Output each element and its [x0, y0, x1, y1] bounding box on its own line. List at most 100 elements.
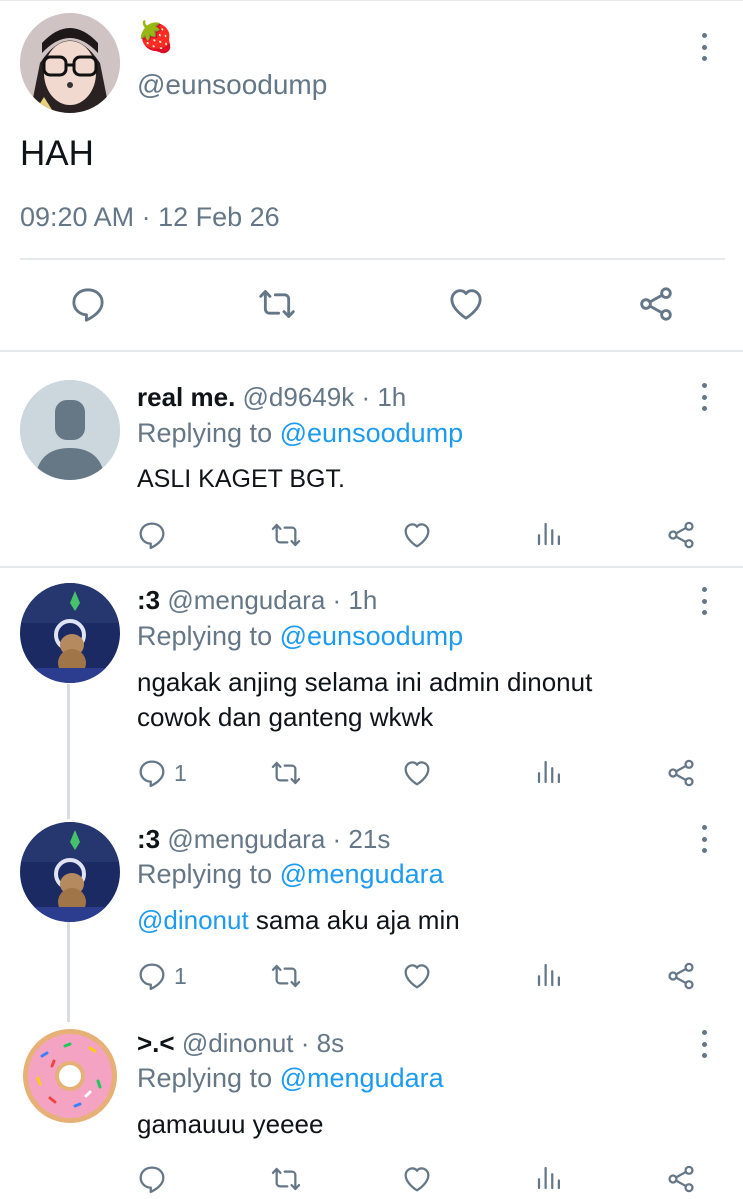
donut-avatar-image: [20, 1026, 120, 1126]
stats-button[interactable]: [534, 1163, 564, 1193]
share-icon: [665, 960, 697, 992]
tweet-more-button[interactable]: [699, 33, 709, 61]
reply-button[interactable]: [136, 1163, 168, 1195]
replying-to-label: Replying to: [137, 418, 273, 448]
reply-more-button[interactable]: [699, 825, 709, 853]
heart-icon: [446, 284, 486, 324]
share-icon: [665, 757, 697, 789]
reply-display-name[interactable]: :3: [137, 824, 160, 854]
reply-more-button[interactable]: [699, 1030, 709, 1058]
reply-handle[interactable]: @mengudara: [167, 824, 325, 854]
retweet-button[interactable]: [257, 284, 297, 324]
reply-header: :3 @mengudara · 1h: [137, 583, 377, 617]
share-button[interactable]: [665, 960, 697, 992]
mention-link[interactable]: @dinonut: [137, 905, 249, 935]
reply-time: · 1h: [361, 382, 407, 412]
stats-button[interactable]: [534, 960, 564, 990]
reply-display-name[interactable]: real me.: [137, 382, 235, 412]
retweet-button[interactable]: [270, 960, 302, 992]
reply-avatar[interactable]: [20, 380, 120, 480]
share-button[interactable]: [636, 284, 676, 324]
reply-more-button[interactable]: [699, 587, 709, 615]
retweet-icon: [270, 1163, 302, 1195]
share-button[interactable]: [665, 757, 697, 789]
replying-to-label: Replying to: [137, 1063, 273, 1093]
share-icon: [636, 284, 676, 324]
reply-button[interactable]: [68, 284, 108, 324]
divider: [0, 350, 743, 352]
retweet-button[interactable]: [270, 757, 302, 789]
divider: [20, 258, 725, 260]
replying-to-link[interactable]: @mengudara: [280, 859, 444, 889]
reply-text: ngakak anjing selama ini admin dinonut: [137, 667, 593, 697]
reply-button[interactable]: 1: [136, 757, 187, 789]
author-emoji-name: 🍓: [137, 21, 175, 54]
like-button[interactable]: [401, 757, 433, 789]
reply-time: · 1h: [332, 585, 378, 615]
reply-time: · 8s: [300, 1028, 345, 1058]
like-button[interactable]: [446, 284, 486, 324]
reply-text-body: sama aku aja min: [248, 905, 460, 935]
heart-icon: [401, 960, 433, 992]
heart-icon: [401, 519, 433, 551]
reply-header: >.< @dinonut · 8s: [137, 1026, 344, 1060]
author-handle[interactable]: @eunsoodump: [137, 68, 327, 102]
reply-button[interactable]: [136, 519, 168, 551]
retweet-icon: [270, 960, 302, 992]
like-button[interactable]: [401, 519, 433, 551]
reply-time: · 21s: [332, 824, 391, 854]
reply-icon: [136, 1163, 168, 1195]
like-button[interactable]: [401, 1163, 433, 1195]
share-button[interactable]: [665, 1163, 697, 1195]
author-avatar[interactable]: [20, 13, 120, 113]
cat-avatar-image: [20, 822, 120, 922]
reply-handle[interactable]: @mengudara: [167, 585, 325, 615]
retweet-icon: [257, 284, 297, 324]
retweet-button[interactable]: [270, 1163, 302, 1195]
reply-text: gamauuu yeeee: [137, 1109, 324, 1139]
reply-icon: [68, 284, 108, 324]
reply-more-button[interactable]: [699, 383, 709, 411]
divider: [0, 566, 743, 568]
retweet-icon: [270, 519, 302, 551]
default-profile-icon: [20, 380, 120, 480]
stats-icon: [534, 519, 564, 549]
share-button[interactable]: [665, 519, 697, 551]
replying-to-label: Replying to: [137, 859, 273, 889]
stats-icon: [534, 757, 564, 787]
tweet-timestamp: 09:20 AM · 12 Feb 26: [20, 202, 280, 232]
stats-icon: [534, 1163, 564, 1193]
reply-header: :3 @mengudara · 21s: [137, 822, 390, 856]
replying-to: Replying to @eunsoodump: [137, 416, 463, 450]
reply-avatar[interactable]: [20, 583, 120, 683]
reply-avatar[interactable]: [20, 822, 120, 922]
reply-count: 1: [174, 759, 187, 786]
replying-to: Replying to @mengudara: [137, 1061, 444, 1095]
reply-handle[interactable]: @dinonut: [182, 1028, 294, 1058]
tweet-text: HAH: [20, 134, 94, 173]
cat-avatar-image: [20, 583, 120, 683]
reply-icon: [136, 519, 168, 551]
like-button[interactable]: [401, 960, 433, 992]
share-icon: [665, 1163, 697, 1195]
heart-icon: [401, 757, 433, 789]
replying-to-link[interactable]: @eunsoodump: [280, 418, 464, 448]
stats-button[interactable]: [534, 519, 564, 549]
reply-display-name[interactable]: :3: [137, 585, 160, 615]
reply-icon: [136, 960, 168, 992]
retweet-icon: [270, 757, 302, 789]
replying-to-link[interactable]: @eunsoodump: [280, 621, 464, 651]
replying-to-link[interactable]: @mengudara: [280, 1063, 444, 1093]
replying-to: Replying to @eunsoodump: [137, 619, 463, 653]
thread-line: [67, 922, 70, 1022]
reply-text: cowok dan ganteng wkwk: [137, 702, 434, 732]
stats-button[interactable]: [534, 757, 564, 787]
reply-display-name[interactable]: >.<: [137, 1028, 175, 1058]
reply-button[interactable]: 1: [136, 960, 187, 992]
reply-handle[interactable]: @d9649k: [243, 382, 355, 412]
reply-header: real me. @d9649k · 1h: [137, 380, 406, 414]
reply-avatar[interactable]: [20, 1026, 120, 1126]
retweet-button[interactable]: [270, 519, 302, 551]
share-icon: [665, 519, 697, 551]
heart-icon: [401, 1163, 433, 1195]
